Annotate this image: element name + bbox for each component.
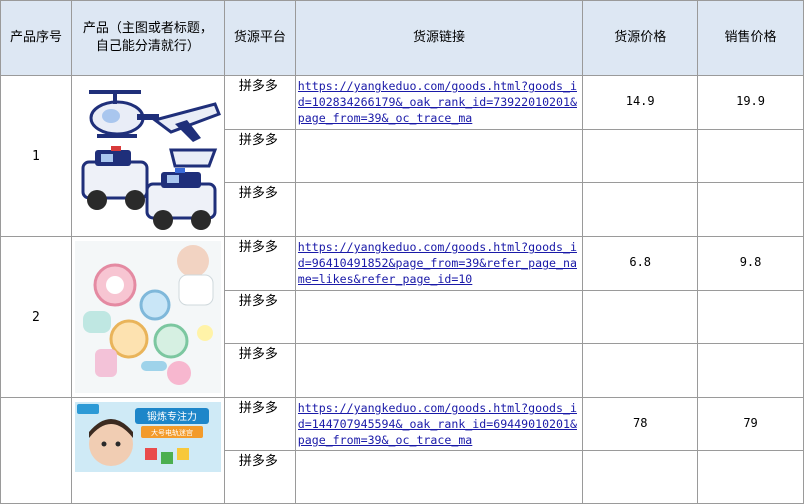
header-seq: 产品序号: [0, 0, 72, 76]
empty-cell: [697, 450, 804, 504]
source-price: 78: [582, 397, 699, 451]
sourcing-table: 产品序号 产品（主图或者标题，自己能分清就行） 货源平台 货源链接 货源价格 销…: [0, 0, 804, 504]
platform-cell: 拼多多: [223, 182, 296, 237]
source-link-cell: https://yangkeduo.com/goods.html?goods_i…: [294, 236, 584, 291]
sale-price: 79: [697, 397, 804, 451]
sale-price: 19.9: [697, 75, 804, 130]
banner-title: 锻炼专注力: [147, 410, 197, 423]
empty-cell: [294, 128, 584, 184]
platform-cell: 拼多多: [223, 450, 296, 504]
platform-cell: 拼多多: [223, 75, 296, 130]
header-row: 产品序号 产品（主图或者标题，自己能分清就行） 货源平台 货源链接 货源价格 销…: [0, 0, 804, 76]
platform-cell: 拼多多: [223, 236, 296, 291]
empty-cell: [697, 343, 804, 398]
empty-cell: [697, 182, 804, 237]
child-maze-toy-image: 锻炼专注力 大号电轨迷宫: [74, 402, 221, 472]
product-image-cell: [70, 75, 225, 237]
source-price: 14.9: [582, 75, 699, 130]
sale-price: 9.8: [697, 236, 804, 291]
platform-cell: 拼多多: [223, 397, 296, 451]
platform-cell: 拼多多: [223, 128, 296, 184]
header-product: 产品（主图或者标题，自己能分清就行）: [70, 0, 225, 76]
platform-cell: 拼多多: [223, 289, 296, 345]
baby-rattle-toys-image: [74, 241, 221, 393]
empty-cell: [582, 450, 699, 504]
source-link[interactable]: https://yangkeduo.com/goods.html?goods_i…: [298, 78, 582, 126]
banner-subtitle: 大号电轨迷宫: [151, 428, 193, 437]
police-toy-vehicles-image: [74, 80, 221, 232]
product-image-cell: [70, 236, 225, 398]
table-row: 锻炼专注力 大号电轨迷宫 拼多多 https://yangkeduo.com/g…: [0, 397, 804, 504]
header-platform: 货源平台: [223, 0, 296, 76]
source-link[interactable]: https://yangkeduo.com/goods.html?goods_i…: [298, 239, 582, 287]
empty-cell: [294, 343, 584, 398]
table-row: 2 拼多多 https://yangkeduo.com/goods.html?g…: [0, 236, 804, 398]
header-sale-price: 销售价格: [697, 0, 804, 76]
empty-cell: [697, 128, 804, 184]
header-link: 货源链接: [294, 0, 584, 76]
product-seq: [0, 397, 72, 504]
empty-cell: [582, 289, 699, 345]
empty-cell: [294, 450, 584, 504]
table-row: 1 拼多多 https://yangkeduo.com/goods.html?g…: [0, 75, 804, 237]
product-seq: 1: [0, 75, 72, 237]
source-link-cell: https://yangkeduo.com/goods.html?goods_i…: [294, 397, 584, 451]
source-link[interactable]: https://yangkeduo.com/goods.html?goods_i…: [298, 400, 582, 448]
source-price: 6.8: [582, 236, 699, 291]
empty-cell: [294, 289, 584, 345]
empty-cell: [582, 182, 699, 237]
product-seq: 2: [0, 236, 72, 398]
product-image-cell: 锻炼专注力 大号电轨迷宫: [70, 397, 225, 504]
empty-cell: [582, 128, 699, 184]
empty-cell: [582, 343, 699, 398]
empty-cell: [697, 289, 804, 345]
empty-cell: [294, 182, 584, 237]
platform-cell: 拼多多: [223, 343, 296, 398]
header-source-price: 货源价格: [582, 0, 699, 76]
source-link-cell: https://yangkeduo.com/goods.html?goods_i…: [294, 75, 584, 130]
